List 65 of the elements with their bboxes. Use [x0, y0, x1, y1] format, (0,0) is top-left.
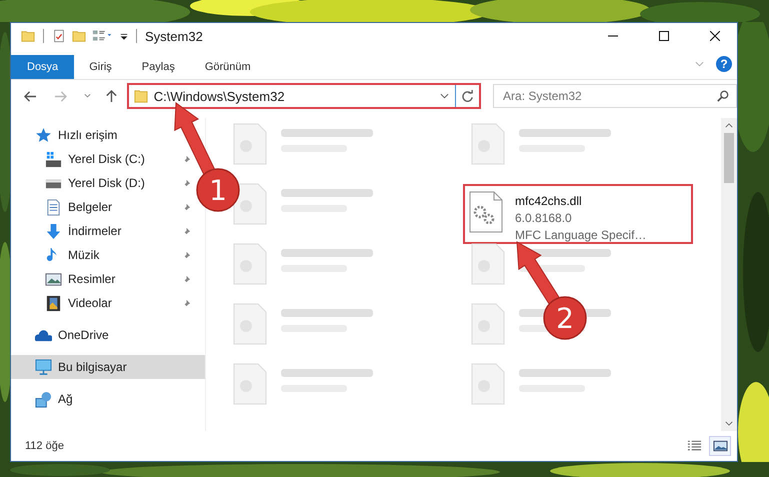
list-icon	[686, 440, 702, 452]
sidebar-item[interactable]: Müzik	[11, 243, 104, 267]
recent-icon[interactable]	[84, 93, 91, 99]
address-path: C:\Windows\System32	[154, 88, 285, 104]
pin-icon[interactable]	[182, 226, 191, 236]
gear-file-icon	[469, 190, 503, 234]
sidebar-item[interactable]: Yerel Disk (C:)	[11, 147, 149, 171]
step-number: 2	[543, 296, 587, 340]
properties-icon[interactable]	[52, 28, 66, 44]
sidebar-item[interactable]: Bu bilgisayar	[11, 355, 205, 379]
back-icon[interactable]	[24, 90, 37, 102]
address-bar[interactable]: C:\Windows\System32	[126, 83, 482, 109]
search-icon[interactable]	[717, 90, 730, 102]
downloads-icon	[45, 222, 62, 240]
computer-icon	[35, 358, 52, 376]
refresh-icon[interactable]	[461, 90, 474, 102]
system-drive-icon	[45, 150, 62, 168]
sidebar-item[interactable]: Resimler	[11, 267, 120, 291]
sidebar-item[interactable]: İndirmeler	[11, 219, 126, 243]
folder-icon[interactable]	[21, 28, 35, 44]
pin-icon[interactable]	[182, 178, 191, 188]
videos-icon	[45, 294, 62, 312]
up-icon[interactable]	[104, 90, 118, 102]
new-folder-icon[interactable]	[72, 28, 86, 44]
close-icon	[710, 31, 720, 41]
file-detail: 6.0.8168.0	[515, 210, 573, 227]
ribbon-tab[interactable]: Giriş	[74, 55, 127, 79]
sidebar-item[interactable]: OneDrive	[11, 323, 205, 347]
pin-icon[interactable]	[182, 154, 191, 164]
chevron-down-icon[interactable]	[440, 93, 450, 99]
file-detail: MFC Language Specif…	[515, 227, 646, 244]
folder-icon	[134, 88, 148, 104]
sidebar-item[interactable]: Yerel Disk (D:)	[11, 171, 149, 195]
star-icon	[35, 126, 52, 144]
pin-icon[interactable]	[182, 202, 191, 212]
step-number: 1	[196, 168, 240, 212]
ribbon-tab[interactable]: Paylaş	[126, 55, 190, 79]
ribbon-tab[interactable]: Görünüm	[190, 55, 266, 79]
sidebar-item[interactable]: Hızlı erişim	[11, 123, 205, 147]
large-icons-view-button[interactable]	[709, 436, 731, 456]
maximize-icon	[658, 31, 668, 41]
sidebar-item[interactable]: Videolar	[11, 291, 116, 315]
file-item[interactable]: mfc42chs.dll 6.0.8168.0 MFC Language Specif…	[463, 184, 693, 244]
scroll-up-icon[interactable]	[725, 123, 733, 128]
scroll-down-icon[interactable]	[725, 421, 733, 426]
search-field[interactable]: Ara: System32	[493, 84, 738, 108]
pin-icon[interactable]	[182, 250, 191, 260]
item-count: 112 öğe	[25, 440, 64, 452]
image-icon	[712, 440, 728, 452]
network-icon	[35, 390, 52, 408]
help-button[interactable]: ?	[716, 56, 732, 72]
window-title: System32	[145, 28, 203, 44]
pictures-icon	[45, 270, 62, 288]
pin-icon[interactable]	[182, 298, 191, 308]
minimize-icon	[608, 35, 618, 37]
ribbon-tab[interactable]: Dosya	[11, 55, 74, 79]
annotation-arrow	[516, 241, 561, 306]
sidebar-item[interactable]: Belgeler	[11, 195, 116, 219]
file-name: mfc42chs.dll	[515, 193, 583, 210]
scrollbar[interactable]	[721, 118, 737, 431]
sidebar-item[interactable]: Ağ	[11, 387, 205, 411]
forward-icon[interactable]	[54, 90, 67, 102]
scroll-thumb[interactable]	[724, 133, 734, 183]
pin-icon[interactable]	[182, 274, 191, 284]
documents-icon	[45, 198, 62, 216]
